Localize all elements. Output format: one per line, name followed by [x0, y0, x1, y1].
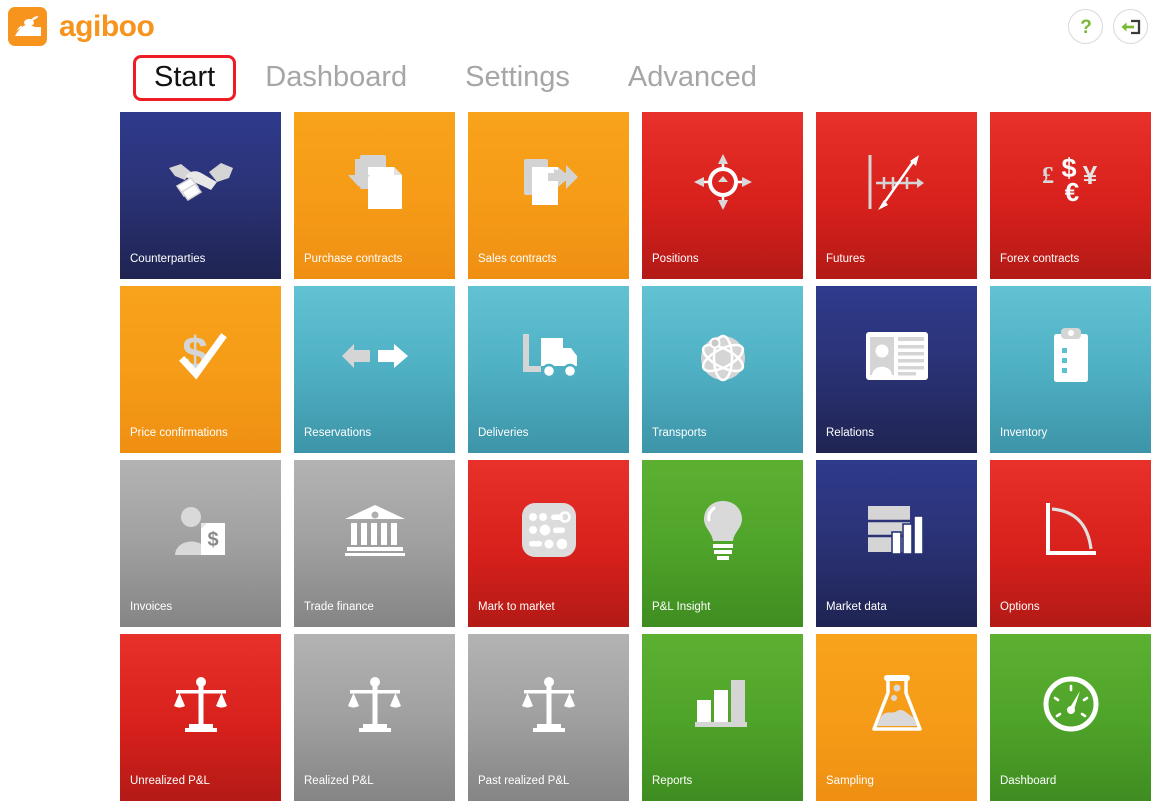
agiboo-hare-logo-icon — [8, 7, 47, 46]
globe-orbit-icon — [642, 316, 803, 396]
handshake-icon — [120, 142, 281, 222]
tile-label: Price confirmations — [130, 427, 228, 440]
contact-card-icon — [816, 316, 977, 396]
market-board-icon — [468, 490, 629, 570]
tab-settings[interactable]: Settings — [436, 55, 599, 102]
tile-label: Options — [1000, 601, 1040, 614]
tile-label: Mark to market — [478, 601, 555, 614]
tile-inventory[interactable]: Inventory — [990, 286, 1151, 453]
tile-label: Relations — [826, 427, 874, 440]
balance-scale-icon — [120, 664, 281, 744]
tile-trade-finance[interactable]: Trade finance — [294, 460, 455, 627]
question-mark-icon: ? — [1075, 16, 1097, 38]
brand: agiboo — [8, 7, 155, 46]
tile-label: Inventory — [1000, 427, 1048, 440]
document-outgoing-arrow-icon — [468, 142, 629, 222]
document-incoming-arrow-icon — [294, 142, 455, 222]
balance-scale-icon — [468, 664, 629, 744]
tile-forex-contracts[interactable]: £ $ ¥ € Forex contracts — [990, 112, 1151, 279]
tile-positions[interactable]: Positions — [642, 112, 803, 279]
tile-label: Reports — [652, 775, 693, 788]
tile-unrealized-pl[interactable]: Unrealized P&L — [120, 634, 281, 801]
trend-axis-arrow-icon — [816, 142, 977, 222]
tile-purchase-contracts[interactable]: Purchase contracts — [294, 112, 455, 279]
tile-label: Market data — [826, 601, 887, 614]
currency-symbols-icon: £ $ ¥ € — [990, 142, 1151, 222]
tile-label: Counterparties — [130, 253, 206, 266]
tile-label: Purchase contracts — [304, 253, 403, 266]
tile-futures[interactable]: Futures — [816, 112, 977, 279]
tile-deliveries[interactable]: Deliveries — [468, 286, 629, 453]
tile-options[interactable]: Options — [990, 460, 1151, 627]
compass-crosshair-icon — [642, 142, 803, 222]
table-bar-chart-icon — [816, 490, 977, 570]
tile-price-confirmations[interactable]: $ Price confirmations — [120, 286, 281, 453]
tile-pl-insight[interactable]: P&L Insight — [642, 460, 803, 627]
balance-scale-icon — [294, 664, 455, 744]
tile-grid: Counterparties Purchase contracts Sales … — [120, 112, 1154, 801]
tile-past-realized-pl[interactable]: Past realized P&L — [468, 634, 629, 801]
person-invoice-dollar-icon: $ — [120, 490, 281, 570]
tile-label: Sampling — [826, 775, 874, 788]
tile-sales-contracts[interactable]: Sales contracts — [468, 112, 629, 279]
tile-label: Trade finance — [304, 601, 374, 614]
tile-label: Sales contracts — [478, 253, 557, 266]
tile-label: Deliveries — [478, 427, 529, 440]
logout-arrow-icon — [1120, 17, 1142, 37]
tile-dashboard[interactable]: Dashboard — [990, 634, 1151, 801]
tile-relations[interactable]: Relations — [816, 286, 977, 453]
help-button[interactable]: ? — [1068, 9, 1103, 44]
logout-button[interactable] — [1113, 9, 1148, 44]
lightbulb-icon — [642, 490, 803, 570]
tile-label: Realized P&L — [304, 775, 374, 788]
tile-label: Unrealized P&L — [130, 775, 210, 788]
bank-building-icon — [294, 490, 455, 570]
header-actions: ? — [1068, 9, 1148, 44]
tile-label: Invoices — [130, 601, 173, 614]
tile-label: Past realized P&L — [478, 775, 570, 788]
curve-axes-icon — [990, 490, 1151, 570]
gauge-icon — [990, 664, 1151, 744]
tile-invoices[interactable]: $ Invoices — [120, 460, 281, 627]
tile-realized-pl[interactable]: Realized P&L — [294, 634, 455, 801]
tile-label: P&L Insight — [652, 601, 711, 614]
svg-text:¥: ¥ — [1082, 160, 1097, 190]
app-header: agiboo ? — [0, 0, 1162, 52]
tab-advanced[interactable]: Advanced — [599, 55, 786, 102]
tile-market-data[interactable]: Market data — [816, 460, 977, 627]
left-right-arrows-icon — [294, 316, 455, 396]
flask-icon — [816, 664, 977, 744]
tile-label: Dashboard — [1000, 775, 1057, 788]
tile-reports[interactable]: Reports — [642, 634, 803, 801]
dollar-checkmark-icon: $ — [120, 316, 281, 396]
clipboard-icon — [990, 316, 1151, 396]
bar-chart-icon — [642, 664, 803, 744]
tab-start[interactable]: Start — [133, 54, 237, 102]
tile-label: Reservations — [304, 427, 372, 440]
tile-sampling[interactable]: Sampling — [816, 634, 977, 801]
svg-text:?: ? — [1080, 17, 1092, 38]
tile-counterparties[interactable]: Counterparties — [120, 112, 281, 279]
tile-label: Positions — [652, 253, 699, 266]
svg-text:€: € — [1064, 177, 1078, 207]
svg-text:£: £ — [1042, 163, 1054, 189]
tile-label: Futures — [826, 253, 865, 266]
tile-mark-to-market[interactable]: Mark to market — [468, 460, 629, 627]
tile-label: Forex contracts — [1000, 253, 1080, 266]
brand-name: agiboo — [59, 9, 155, 43]
delivery-truck-icon — [468, 316, 629, 396]
main-nav: Start Dashboard Settings Advanced — [0, 52, 1162, 104]
tile-label: Transports — [652, 427, 707, 440]
svg-text:$: $ — [207, 529, 218, 551]
tab-dashboard[interactable]: Dashboard — [236, 55, 436, 102]
tile-transports[interactable]: Transports — [642, 286, 803, 453]
tile-reservations[interactable]: Reservations — [294, 286, 455, 453]
